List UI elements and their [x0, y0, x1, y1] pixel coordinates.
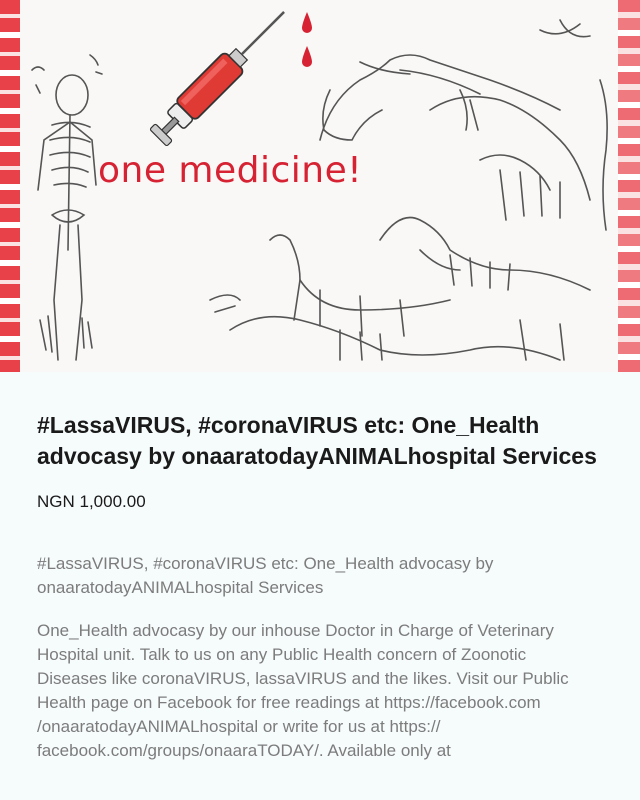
product-subtitle: #LassaVIRUS, #coronaVIRUS etc: One_Healt…: [37, 554, 494, 597]
blood-drop-icon: [302, 46, 312, 67]
product-banner-image: one medicine!: [0, 0, 640, 372]
banner-slogan: one medicine!: [98, 150, 363, 191]
syringe-icon: [149, 11, 285, 147]
product-description: One_Health advocasy by our inhouse Docto…: [37, 621, 569, 760]
product-price: NGN 1,000.00: [37, 492, 146, 511]
product-title: #LassaVIRUS, #coronaVIRUS etc: One_Healt…: [37, 412, 597, 469]
blood-drop-icon: [302, 12, 312, 33]
product-details: #LassaVIRUS, #coronaVIRUS etc: One_Healt…: [37, 410, 597, 763]
